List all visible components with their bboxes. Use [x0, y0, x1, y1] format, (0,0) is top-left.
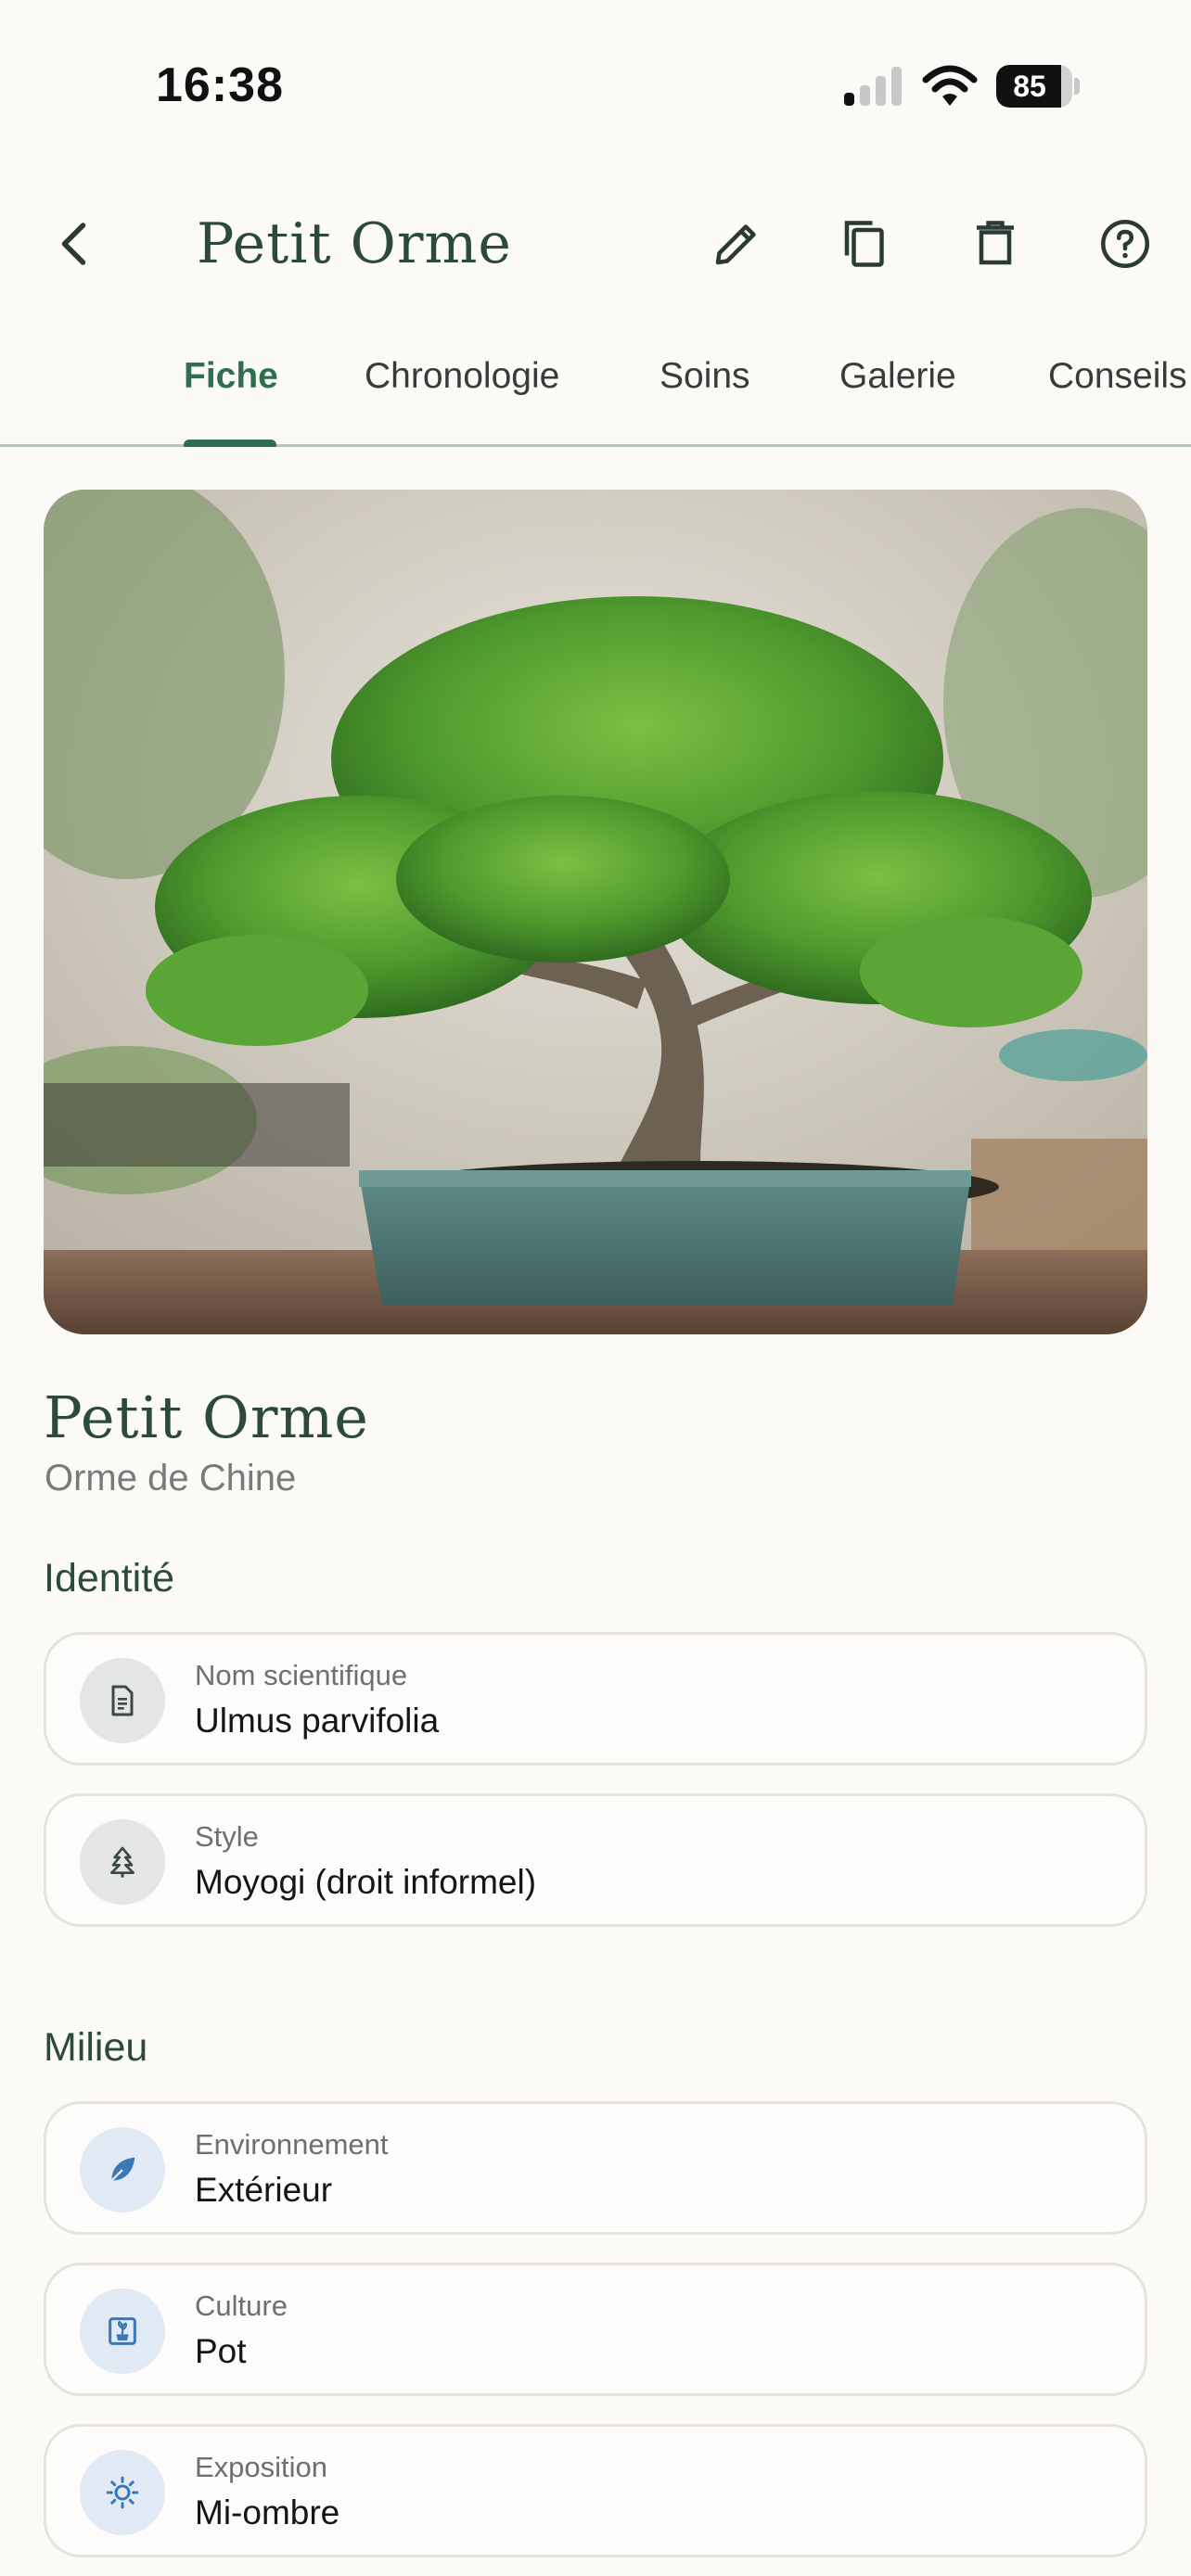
tab-conseils[interactable]: Conseils — [1048, 356, 1187, 447]
tab-bar: Fiche Chronologie Soins Galerie Conseils — [0, 343, 1191, 447]
battery-level: 85 — [1013, 70, 1046, 103]
tab-galerie[interactable]: Galerie — [839, 356, 956, 447]
card-environment[interactable]: Environnement Extérieur — [44, 2101, 1147, 2235]
card-scientific-name[interactable]: Nom scientifique Ulmus parvifolia — [44, 1632, 1147, 1766]
bonsai-photo[interactable] — [44, 490, 1147, 1334]
plant-species: Orme de Chine — [45, 1458, 297, 1498]
tab-chronologie[interactable]: Chronologie — [365, 356, 559, 447]
wifi-icon — [922, 63, 978, 108]
duplicate-icon[interactable] — [821, 199, 910, 288]
leaf-icon — [80, 2127, 165, 2213]
card-label: Exposition — [195, 2451, 328, 2483]
section-title-environment: Milieu — [44, 2025, 148, 2070]
top-app-bar: Petit Orme — [0, 195, 1191, 297]
document-icon — [80, 1658, 165, 1743]
cellular-signal-icon — [844, 65, 903, 106]
tab-fiche[interactable]: Fiche — [184, 356, 278, 447]
battery-icon: 85 — [996, 65, 1080, 108]
back-arrow-icon[interactable] — [32, 199, 121, 288]
card-culture[interactable]: Culture Pot — [44, 2263, 1147, 2396]
page-title: Petit Orme — [197, 211, 512, 276]
edit-pencil-icon[interactable] — [692, 199, 781, 288]
card-label: Nom scientifique — [195, 1659, 408, 1691]
card-exposure[interactable]: Exposition Mi-ombre — [44, 2424, 1147, 2557]
delete-trash-icon[interactable] — [951, 199, 1040, 288]
pot-icon — [80, 2289, 165, 2374]
card-label: Culture — [195, 2289, 288, 2322]
status-bar: 16:38 85 — [0, 0, 1191, 167]
card-value: Extérieur — [195, 2171, 333, 2209]
tree-icon — [80, 1819, 165, 1905]
card-value: Moyogi (droit informel) — [195, 1863, 537, 1901]
active-tab-indicator — [184, 440, 276, 447]
status-time: 16:38 — [156, 58, 284, 112]
card-style[interactable]: Style Moyogi (droit informel) — [44, 1793, 1147, 1927]
section-title-identity: Identité — [44, 1556, 175, 1600]
card-label: Style — [195, 1820, 259, 1853]
tab-soins[interactable]: Soins — [660, 356, 750, 447]
plant-name: Petit Orme — [44, 1384, 369, 1451]
card-value: Mi-ombre — [195, 2493, 340, 2531]
sun-icon — [80, 2450, 165, 2535]
card-label: Environnement — [195, 2128, 389, 2161]
card-value: Pot — [195, 2332, 247, 2370]
card-value: Ulmus parvifolia — [195, 1702, 440, 1740]
help-icon[interactable] — [1081, 199, 1170, 288]
